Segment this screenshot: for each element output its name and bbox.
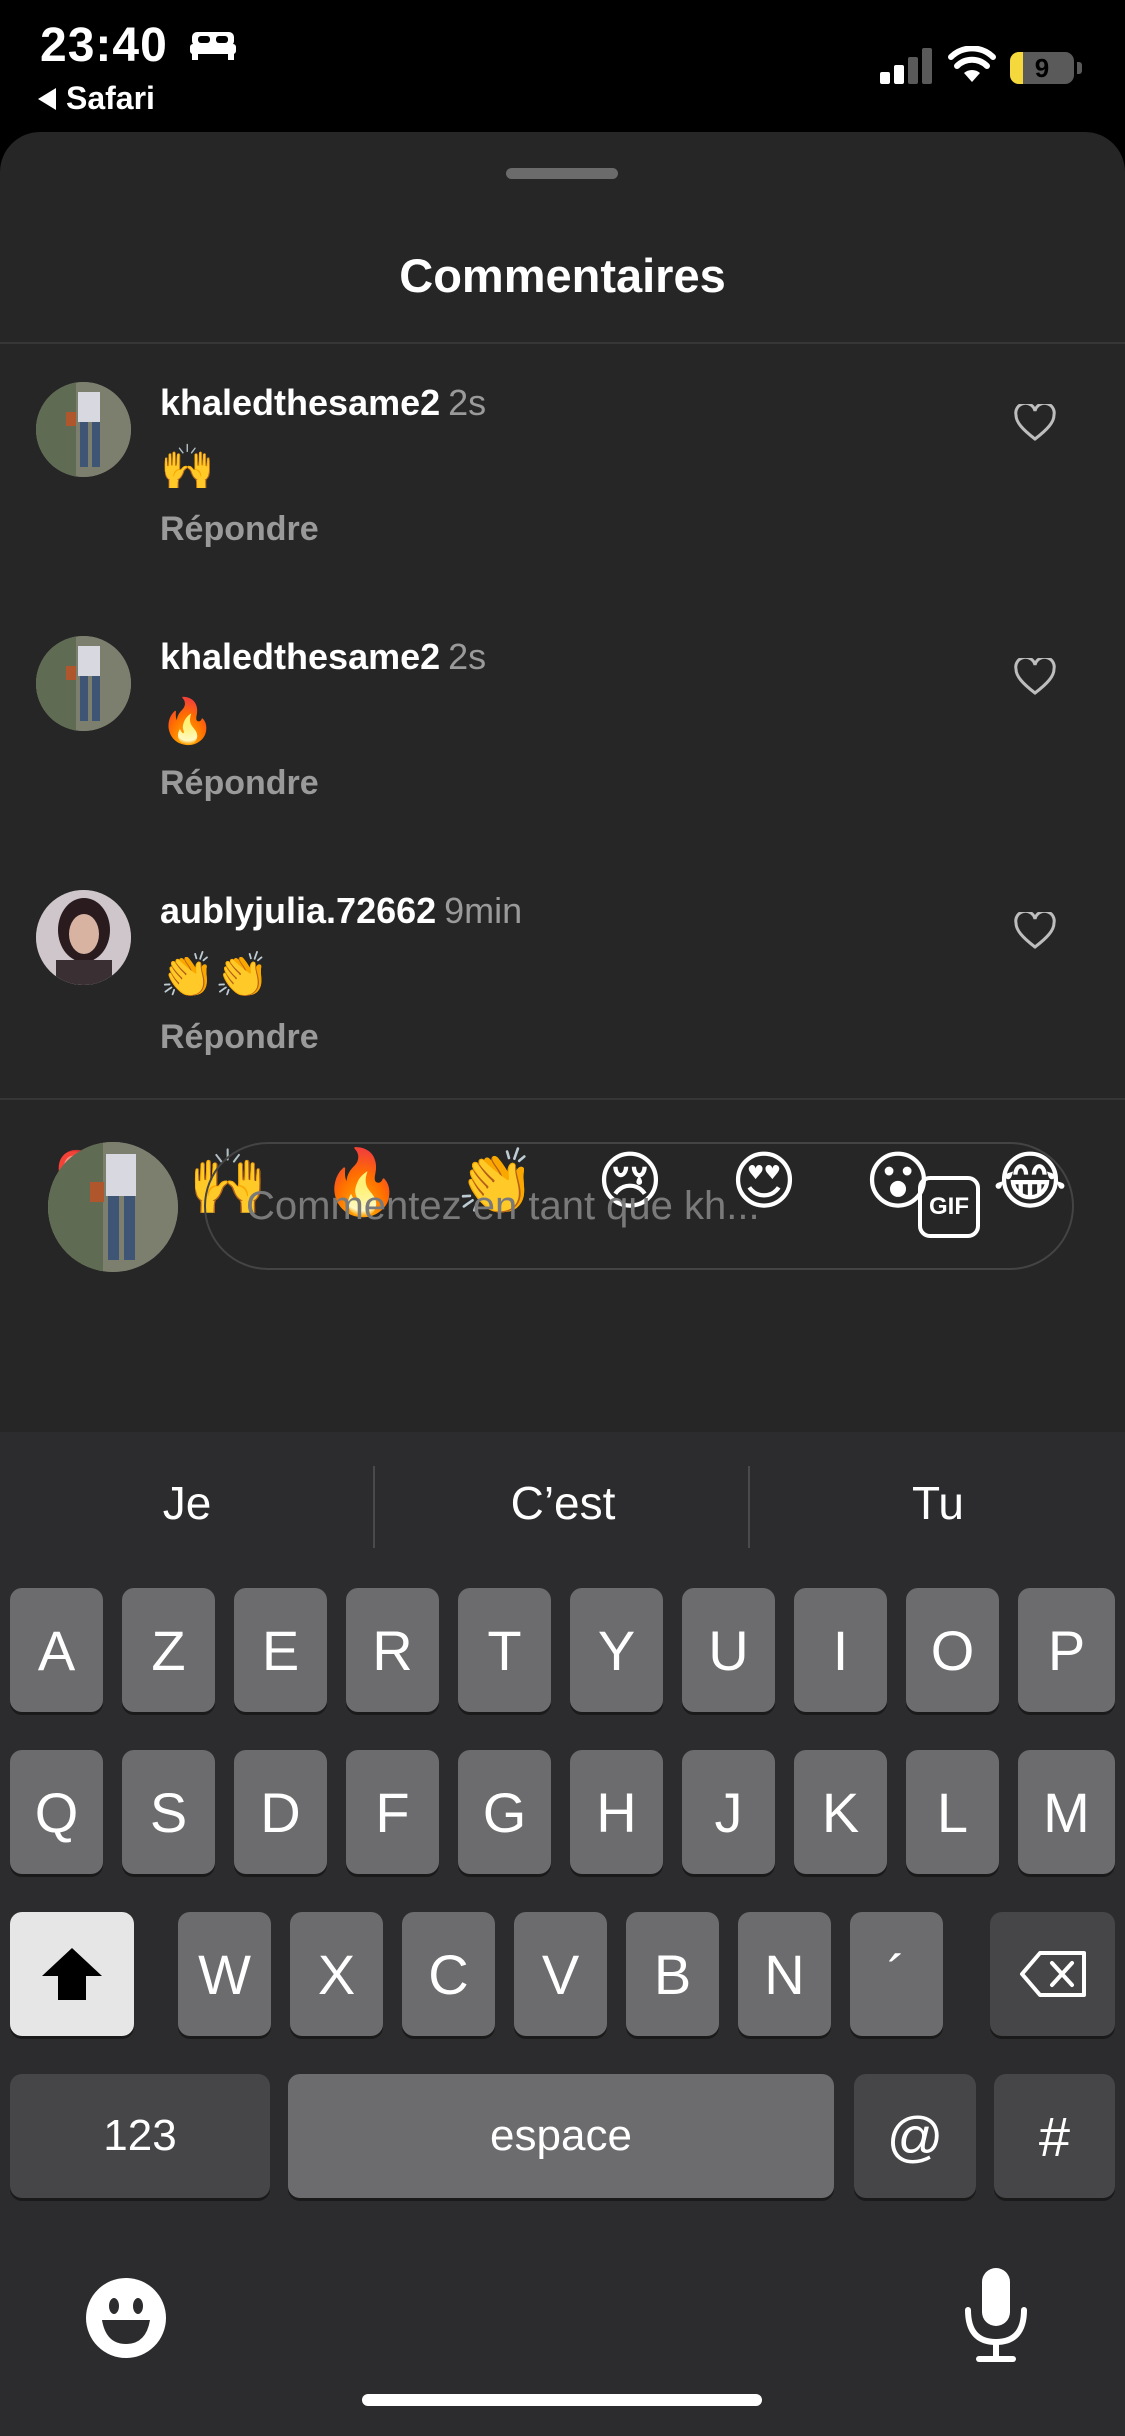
key-r[interactable]: R bbox=[346, 1588, 439, 1712]
key-l[interactable]: L bbox=[906, 1750, 999, 1874]
comment-text: 🙌 bbox=[160, 442, 215, 493]
comment-time: 2s bbox=[448, 382, 487, 423]
like-heart-icon[interactable] bbox=[1014, 404, 1056, 442]
comment-meta: khaledthesame2 2s bbox=[160, 636, 486, 678]
comment-item: aublyjulia.72662 9min 👏👏 Répondre bbox=[0, 890, 1125, 1110]
avatar[interactable] bbox=[36, 890, 131, 985]
like-heart-icon[interactable] bbox=[1014, 912, 1056, 950]
composer-avatar[interactable] bbox=[48, 1142, 178, 1272]
battery-indicator: 9 bbox=[1010, 52, 1082, 84]
key-x[interactable]: X bbox=[290, 1912, 383, 2036]
reply-button[interactable]: Répondre bbox=[160, 764, 319, 803]
predictive-bar: Je C’est Tu bbox=[0, 1432, 1125, 1582]
avatar-image bbox=[48, 1142, 178, 1272]
title-divider bbox=[0, 342, 1125, 344]
comment-meta: aublyjulia.72662 9min bbox=[160, 890, 522, 932]
prediction-3[interactable]: Tu bbox=[751, 1476, 1125, 1530]
key-g[interactable]: G bbox=[458, 1750, 551, 1874]
prediction-separator bbox=[373, 1466, 375, 1548]
cellular-signal-icon bbox=[880, 48, 932, 84]
reply-button[interactable]: Répondre bbox=[160, 510, 319, 549]
key-i[interactable]: I bbox=[794, 1588, 887, 1712]
key-d[interactable]: D bbox=[234, 1750, 327, 1874]
battery-level: 9 bbox=[1034, 53, 1050, 83]
at-key[interactable]: @ bbox=[854, 2074, 976, 2198]
key-o[interactable]: O bbox=[906, 1588, 999, 1712]
comment-username[interactable]: khaledthesame2 bbox=[160, 382, 440, 423]
prediction-1[interactable]: Je bbox=[0, 1476, 374, 1530]
key-h[interactable]: H bbox=[570, 1750, 663, 1874]
key-accent[interactable]: ´ bbox=[850, 1912, 943, 2036]
key-u[interactable]: U bbox=[682, 1588, 775, 1712]
delete-key[interactable] bbox=[990, 1912, 1115, 2036]
key-s[interactable]: S bbox=[122, 1750, 215, 1874]
back-arrow-icon bbox=[38, 87, 56, 110]
like-heart-icon[interactable] bbox=[1014, 658, 1056, 696]
comment-time: 2s bbox=[448, 636, 487, 677]
key-n[interactable]: N bbox=[738, 1912, 831, 2036]
key-e[interactable]: E bbox=[234, 1588, 327, 1712]
key-p[interactable]: P bbox=[1018, 1588, 1115, 1712]
comment-username[interactable]: khaledthesame2 bbox=[160, 636, 440, 677]
comment-meta: khaledthesame2 2s bbox=[160, 382, 486, 424]
avatar-image bbox=[36, 636, 131, 731]
key-q[interactable]: Q bbox=[10, 1750, 103, 1874]
key-b[interactable]: B bbox=[626, 1912, 719, 2036]
avatar-image bbox=[36, 890, 131, 985]
comment-time: 9min bbox=[444, 890, 523, 931]
prediction-2[interactable]: C’est bbox=[376, 1476, 750, 1530]
hash-key[interactable]: # bbox=[994, 2074, 1115, 2198]
comment-text: 🔥 bbox=[160, 696, 215, 747]
key-f[interactable]: F bbox=[346, 1750, 439, 1874]
comment-text: 👏👏 bbox=[160, 950, 270, 1001]
key-z[interactable]: Z bbox=[122, 1588, 215, 1712]
key-a[interactable]: A bbox=[10, 1588, 103, 1712]
avatar-image bbox=[36, 382, 131, 477]
sheet-title: Commentaires bbox=[399, 249, 726, 302]
comment-item: khaledthesame2 2s 🔥 Répondre bbox=[0, 636, 1125, 856]
list-divider bbox=[0, 1098, 1125, 1100]
key-y[interactable]: Y bbox=[570, 1588, 663, 1712]
comment-username[interactable]: aublyjulia.72662 bbox=[160, 890, 436, 931]
gif-button[interactable]: GIF bbox=[918, 1176, 980, 1238]
sheet-grabber[interactable] bbox=[506, 168, 618, 179]
comment-input[interactable]: Commentez en tant que kh... GIF bbox=[204, 1142, 1074, 1270]
comment-item: khaledthesame2 2s 🙌 Répondre bbox=[0, 382, 1125, 602]
key-m[interactable]: M bbox=[1018, 1750, 1115, 1874]
avatar[interactable] bbox=[36, 382, 131, 477]
key-k[interactable]: K bbox=[794, 1750, 887, 1874]
numbers-key[interactable]: 123 bbox=[10, 2074, 270, 2198]
emoji-keyboard-icon[interactable] bbox=[84, 2276, 168, 2360]
key-w[interactable]: W bbox=[178, 1912, 271, 2036]
battery-icon: 9 bbox=[1010, 52, 1074, 84]
key-v[interactable]: V bbox=[514, 1912, 607, 2036]
keyboard: Je C’est Tu A Z E R T Y U I O P Q S D F … bbox=[0, 1432, 1125, 2436]
shift-key[interactable] bbox=[10, 1912, 134, 2036]
avatar[interactable] bbox=[36, 636, 131, 731]
prediction-separator bbox=[748, 1466, 750, 1548]
key-j[interactable]: J bbox=[682, 1750, 775, 1874]
comment-input-placeholder: Commentez en tant que kh... bbox=[246, 1184, 760, 1228]
reply-button[interactable]: Répondre bbox=[160, 1018, 319, 1057]
key-t[interactable]: T bbox=[458, 1588, 551, 1712]
back-app-label: Safari bbox=[66, 80, 155, 116]
battery-tip bbox=[1077, 62, 1082, 74]
backspace-icon bbox=[1019, 1951, 1086, 1997]
status-bar: 23:40 Safari 9 bbox=[0, 0, 1125, 132]
space-key[interactable]: espace bbox=[288, 2074, 834, 2198]
shift-arrow-icon bbox=[42, 1948, 102, 2000]
key-c[interactable]: C bbox=[402, 1912, 495, 2036]
wifi-icon bbox=[948, 46, 996, 82]
sleep-mode-icon bbox=[190, 32, 236, 60]
home-indicator[interactable] bbox=[362, 2394, 762, 2406]
microphone-icon[interactable] bbox=[960, 2266, 1032, 2366]
status-time: 23:40 bbox=[40, 19, 168, 72]
back-to-app-link[interactable]: Safari bbox=[38, 80, 155, 117]
